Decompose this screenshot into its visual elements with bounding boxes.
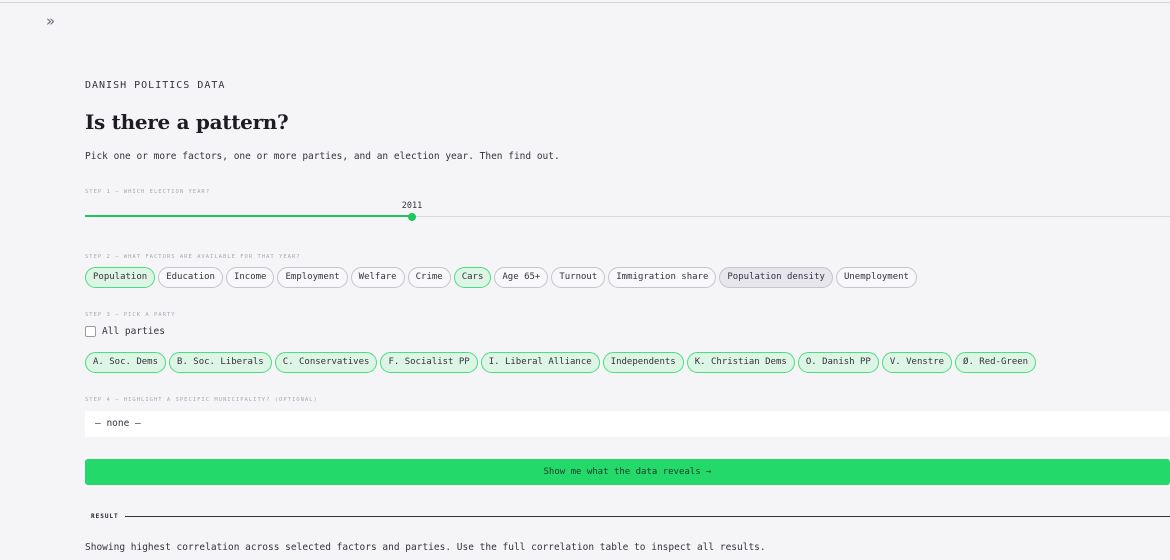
- chevron-double-right-icon[interactable]: »: [46, 12, 55, 30]
- factor-chip-education[interactable]: Education: [158, 267, 223, 288]
- step1-label: STEP 1 — WHICH ELECTION YEAR?: [85, 189, 211, 195]
- result-label: RESULT: [91, 513, 119, 520]
- factor-chip-unemployment[interactable]: Unemployment: [835, 267, 917, 288]
- factor-chip-cars[interactable]: Cars: [453, 267, 492, 288]
- year-slider-fill: [85, 215, 412, 217]
- party-chip-k-christian-dems[interactable]: K. Christian Dems: [686, 352, 795, 373]
- step3-label: STEP 3 — PICK A PARTY: [85, 312, 176, 318]
- result-divider: [124, 516, 1170, 517]
- factor-chip-immigration-share[interactable]: Immigration share: [608, 267, 717, 288]
- party-chip-i-liberal-alliance[interactable]: I. Liberal Alliance: [480, 352, 600, 373]
- year-slider[interactable]: [85, 210, 1170, 224]
- factor-chip-population-density[interactable]: Population density: [719, 267, 833, 288]
- reveal-data-button[interactable]: Show me what the data reveals →: [85, 459, 1170, 485]
- intro-text: Pick one or more factors, one or more pa…: [85, 151, 560, 162]
- party-chip-o-danish-pp[interactable]: O. Danish PP: [797, 352, 879, 373]
- factor-chip-welfare[interactable]: Welfare: [350, 267, 405, 288]
- result-header: RESULT: [91, 513, 1170, 520]
- municipality-select[interactable]: — none —: [85, 411, 1170, 437]
- factor-chip-income[interactable]: Income: [225, 267, 275, 288]
- result-text: Showing highest correlation across selec…: [85, 542, 766, 553]
- party-chip-b-soc-liberals[interactable]: B. Soc. Liberals: [169, 352, 272, 373]
- factor-chip-age-65[interactable]: Age 65+: [494, 267, 549, 288]
- step2-label: STEP 2 — WHAT FACTORS ARE AVAILABLE FOR …: [85, 254, 301, 260]
- top-border: [0, 2, 1170, 3]
- factor-chip-employment[interactable]: Employment: [277, 267, 348, 288]
- factor-chip-crime[interactable]: Crime: [407, 267, 451, 288]
- all-parties-label: All parties: [102, 326, 165, 337]
- party-chip-red-green[interactable]: Ø. Red-Green: [955, 352, 1037, 373]
- page-title: Is there a pattern?: [85, 110, 289, 134]
- party-chip-a-soc-dems[interactable]: A. Soc. Dems: [85, 352, 167, 373]
- factor-chip-list: Population Education Income Employment Welfa…: [85, 267, 917, 288]
- step4-label: STEP 4 — HIGHLIGHT A SPECIFIC MUNICIPALI…: [85, 397, 318, 403]
- party-chip-f-socialist-pp[interactable]: F. Socialist PP: [380, 352, 478, 373]
- party-chip-v-venstre[interactable]: V. Venstre: [881, 352, 953, 373]
- all-parties-checkbox[interactable]: [85, 326, 96, 337]
- party-chip-list: A. Soc. Dems B. Soc. Liberals C. Conservat…: [85, 352, 1037, 373]
- all-parties-checkbox-row[interactable]: All parties: [85, 326, 165, 337]
- party-chip-c-conservatives[interactable]: C. Conservatives: [274, 352, 378, 373]
- year-slider-thumb[interactable]: [408, 213, 416, 221]
- eyebrow-label: DANISH POLITICS DATA: [85, 80, 226, 91]
- factor-chip-turnout[interactable]: Turnout: [551, 267, 606, 288]
- factor-chip-population[interactable]: Population: [85, 267, 156, 288]
- party-chip-independents[interactable]: Independents: [602, 352, 684, 373]
